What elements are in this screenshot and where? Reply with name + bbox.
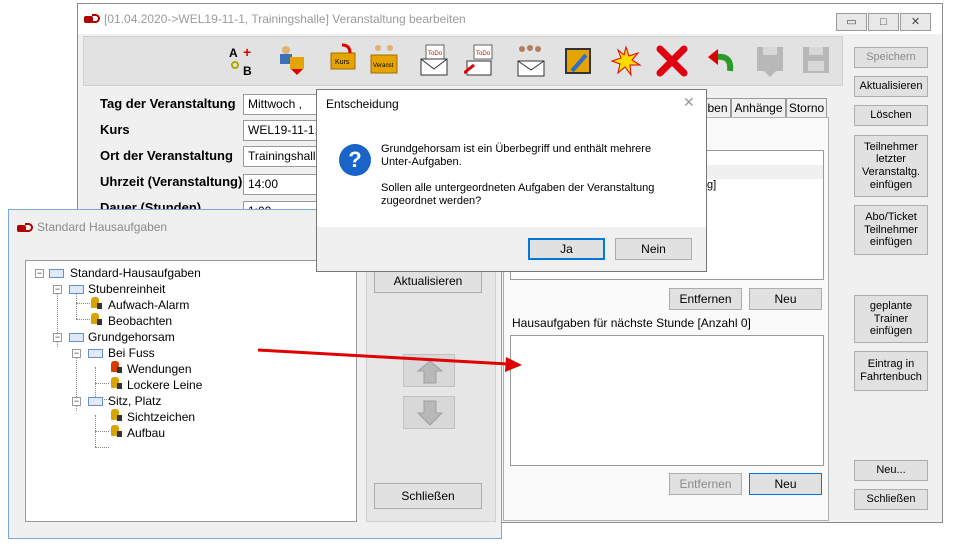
no-button[interactable]: Nein bbox=[615, 238, 692, 260]
dialog-footer: Ja Nein bbox=[317, 227, 706, 271]
dialog-message-line: Grundgehorsam ist ein Überbegriff und en… bbox=[381, 143, 652, 155]
yes-button[interactable]: Ja bbox=[528, 238, 605, 260]
dialog-close-icon[interactable]: ✕ bbox=[683, 94, 695, 111]
decision-dialog: Entscheidung ✕ ? Grundgehorsam ist ein Ü… bbox=[316, 89, 707, 272]
dialog-message-line: Sollen alle untergeordneten Aufgaben der… bbox=[381, 182, 655, 194]
dialog-message-line: zugeordnet werden? bbox=[381, 195, 482, 207]
dialog-message-line: Unter-Aufgaben. bbox=[381, 156, 462, 168]
question-icon: ? bbox=[339, 144, 371, 176]
annotation-arrow-icon bbox=[257, 348, 522, 372]
dialog-title: Entscheidung bbox=[326, 97, 399, 111]
